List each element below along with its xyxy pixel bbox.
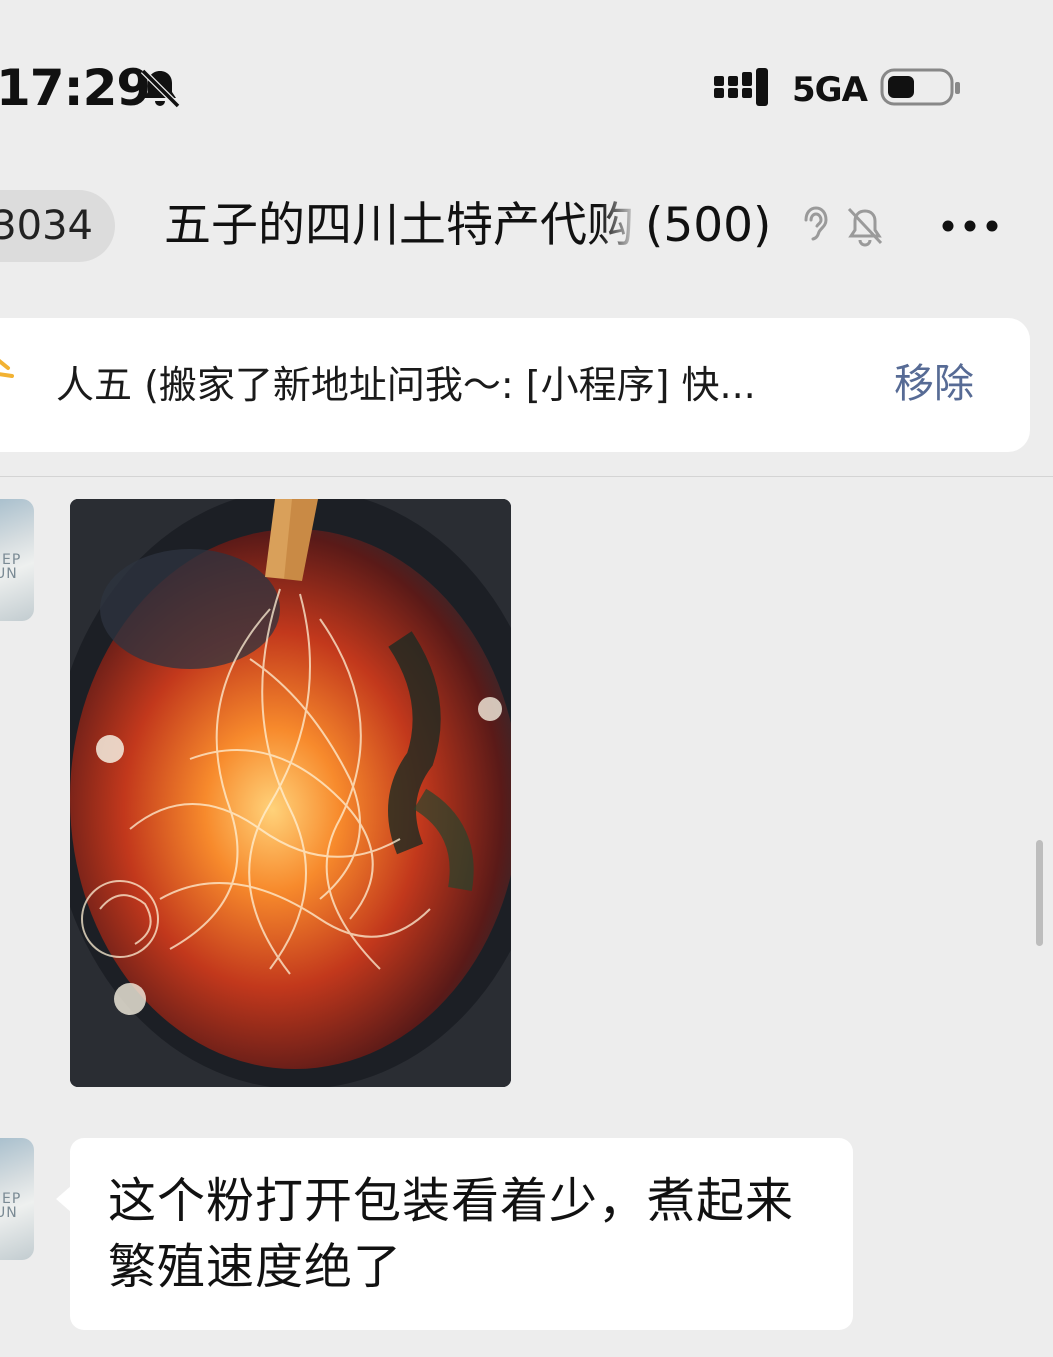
more-button[interactable] — [936, 206, 1004, 246]
network-type: 5GA — [792, 70, 868, 110]
bell-off-icon — [140, 68, 181, 109]
member-count: (500) — [645, 198, 772, 253]
battery-icon — [880, 68, 960, 106]
avatar[interactable]: ШЕРFUN — [0, 1138, 34, 1260]
message-line: 这个粉打开包装看着少，煮起来 — [108, 1173, 795, 1229]
remove-button[interactable]: 移除 — [894, 358, 974, 410]
message-text: 这个粉打开包装看着少，煮起来 繁殖速度绝了 — [108, 1168, 828, 1300]
pinned-sparkle-icon — [0, 359, 14, 378]
food-photo-image — [70, 499, 511, 1087]
message-line: 繁殖速度绝了 — [108, 1239, 403, 1295]
title-fade — [600, 196, 640, 256]
status-time: 17:29 — [0, 59, 151, 117]
back-unread-count[interactable]: 3034 — [0, 190, 115, 262]
ear-icon — [804, 206, 828, 241]
avatar[interactable]: ШЕРFUN — [0, 499, 34, 621]
food-photo[interactable] — [70, 499, 511, 1087]
signal-icon — [714, 68, 768, 106]
bubble-tail — [56, 1185, 72, 1213]
divider — [0, 476, 1053, 477]
chat-title: 五子的四川土特产代购 — [164, 198, 634, 253]
scrollbar[interactable] — [1036, 840, 1043, 946]
pinned-banner-text: 人五 (搬家了新地址问我～: [小程序] 快... — [56, 363, 756, 407]
mute-icon — [847, 207, 883, 247]
